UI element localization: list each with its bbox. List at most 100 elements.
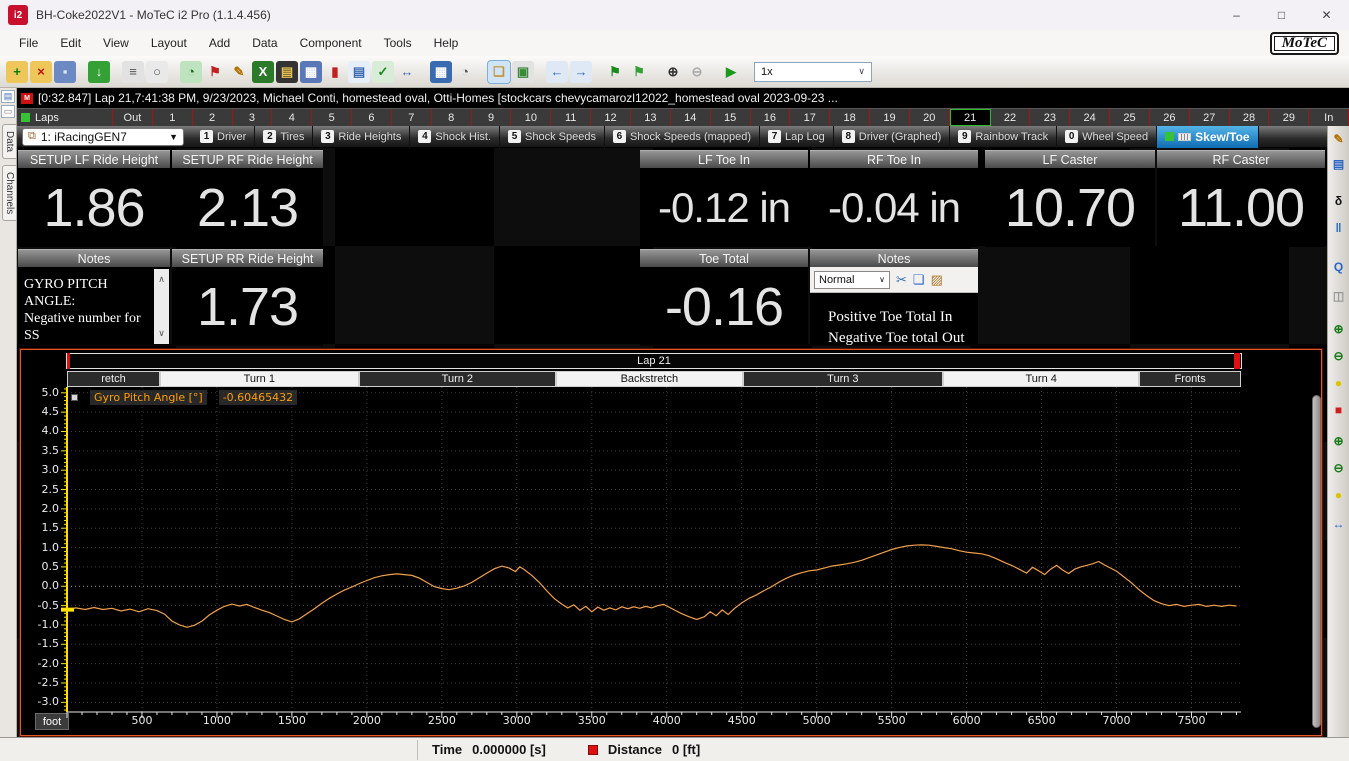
copy-icon[interactable]: ❏: [913, 272, 925, 288]
lap-cell-27[interactable]: 27: [1190, 109, 1230, 126]
lap-cell-6[interactable]: 6: [352, 109, 392, 126]
notes-text-area[interactable]: GYRO PITCH ANGLE: Negative number for SS…: [18, 267, 170, 346]
track-section-turn-4[interactable]: Turn 4: [943, 371, 1139, 387]
zoom-full-vertical-icon[interactable]: ●: [1329, 485, 1348, 504]
track-section-retch[interactable]: retch: [67, 371, 160, 387]
export-icon[interactable]: ↓: [88, 61, 110, 83]
compare-overlay-icon[interactable]: ◫: [1329, 286, 1348, 305]
delta-icon[interactable]: δ: [1329, 191, 1348, 210]
details-icon[interactable]: ▤: [1, 90, 15, 103]
menu-tools[interactable]: Tools: [373, 32, 423, 54]
report-icon[interactable]: ▤: [348, 61, 370, 83]
track-section-turn-3[interactable]: Turn 3: [743, 371, 943, 387]
lap-cell-25[interactable]: 25: [1110, 109, 1150, 126]
scroll-up-icon[interactable]: ∧: [158, 271, 165, 288]
lap-cell-24[interactable]: 24: [1070, 109, 1110, 126]
track-section-backstretch[interactable]: Backstretch: [556, 371, 743, 387]
zoom-in-time-icon[interactable]: ⊕: [1329, 319, 1348, 338]
comment-icon[interactable]: ▭: [1, 105, 15, 118]
tab-skew-toe[interactable]: Skew/Toe: [1157, 126, 1258, 148]
edit-icon[interactable]: ✎: [228, 61, 250, 83]
overlay-icon[interactable]: ❏: [488, 61, 510, 83]
menu-edit[interactable]: Edit: [49, 32, 92, 54]
marker-icon[interactable]: ⚑: [604, 61, 626, 83]
lap-cell-15[interactable]: 15: [711, 109, 751, 126]
zoom-disabled-icon[interactable]: ⊖: [686, 61, 708, 83]
lap-cell-16[interactable]: 16: [751, 109, 791, 126]
menu-component[interactable]: Component: [289, 32, 373, 54]
lap-cell-11[interactable]: 11: [551, 109, 591, 126]
close-file-icon[interactable]: ×: [30, 61, 52, 83]
prev-lap-icon[interactable]: ←: [546, 61, 568, 83]
lap-cell-20[interactable]: 20: [910, 109, 950, 126]
track-section-turn-2[interactable]: Turn 2: [359, 371, 556, 387]
tab-driver-graphed-[interactable]: 8Driver (Graphed): [834, 126, 951, 148]
zoom-cursor-icon[interactable]: Q: [1329, 257, 1348, 276]
track-section-fronts[interactable]: Fronts: [1139, 371, 1241, 387]
play-icon[interactable]: ▶: [720, 61, 742, 83]
notes-text-area[interactable]: Positive Toe Total In Negative Toe total…: [810, 293, 978, 349]
text-style-select[interactable]: Normal ∨: [814, 271, 890, 289]
add-marker-icon[interactable]: ⚑: [628, 61, 650, 83]
lap-cell-in[interactable]: In: [1309, 109, 1349, 126]
tab-wheel-speed[interactable]: 0Wheel Speed: [1057, 126, 1157, 148]
track-section-turn-1[interactable]: Turn 1: [160, 371, 359, 387]
tab-shock-speeds-mapped-[interactable]: 6Shock Speeds (mapped): [605, 126, 760, 148]
temperature-icon[interactable]: ▮: [324, 61, 346, 83]
sidebar-tab-data[interactable]: Data: [2, 124, 16, 159]
notes-scrollbar[interactable]: ∧ ∨: [154, 269, 169, 344]
flag-icon[interactable]: ⚑: [204, 61, 226, 83]
gyro-pitch-plot[interactable]: [61, 387, 1241, 718]
lap-cell-23[interactable]: 23: [1030, 109, 1070, 126]
menu-layout[interactable]: Layout: [140, 32, 198, 54]
lap-cell-5[interactable]: 5: [312, 109, 352, 126]
gyro-pitch-graph[interactable]: Lap 21 Gyro Pitch Angle [°] -0.60465432 …: [20, 349, 1322, 736]
lap-cell-28[interactable]: 28: [1230, 109, 1270, 126]
lap-cell-21[interactable]: 21: [950, 109, 991, 126]
workbook-selector[interactable]: ⧉ 1: iRacingGEN7 ▼: [22, 128, 184, 146]
excel-icon[interactable]: X: [252, 61, 274, 83]
print-preview-icon[interactable]: ○: [146, 61, 168, 83]
lap-cell-1[interactable]: 1: [153, 109, 193, 126]
tab-shock-speeds[interactable]: 5Shock Speeds: [500, 126, 605, 148]
measure-icon[interactable]: ↔: [1329, 514, 1348, 533]
scroll-down-icon[interactable]: ∨: [158, 325, 165, 342]
zoom-selection-icon[interactable]: ■: [1329, 400, 1348, 419]
cut-icon[interactable]: ✂: [896, 272, 907, 288]
lap-cell-10[interactable]: 10: [511, 109, 551, 126]
zoom-out-time-icon[interactable]: ⊖: [1329, 346, 1348, 365]
align-icon[interactable]: ↔: [396, 61, 418, 83]
playback-speed-select[interactable]: 1x ∨: [754, 62, 872, 82]
maths-grid-icon[interactable]: ▦: [430, 61, 452, 83]
overlay-offset-icon[interactable]: ▣: [512, 61, 534, 83]
lap-cell-4[interactable]: 4: [272, 109, 312, 126]
lap-cell-out[interactable]: Out: [113, 109, 153, 126]
zoom-out-vertical-icon[interactable]: ⊖: [1329, 458, 1348, 477]
lap-cell-8[interactable]: 8: [432, 109, 472, 126]
next-lap-icon[interactable]: →: [570, 61, 592, 83]
lap-cell-2[interactable]: 2: [193, 109, 233, 126]
minimize-button[interactable]: –: [1214, 0, 1259, 30]
tab-lap-log[interactable]: 7Lap Log: [760, 126, 834, 148]
lap-cell-14[interactable]: 14: [671, 109, 711, 126]
save-icon[interactable]: ▪: [54, 61, 76, 83]
graph-vertical-scrollbar[interactable]: [1312, 395, 1321, 728]
sidebar-tab-channels[interactable]: Channels: [2, 165, 16, 221]
calculator-icon[interactable]: ▦: [300, 61, 322, 83]
note-edit-icon[interactable]: ✎: [1329, 129, 1348, 148]
close-button[interactable]: ✕: [1304, 0, 1349, 30]
tab-ride-heights[interactable]: 3Ride Heights: [313, 126, 410, 148]
zoom-add-icon[interactable]: ⊕: [662, 61, 684, 83]
zoom-full-time-icon[interactable]: ●: [1329, 373, 1348, 392]
lap-cell-22[interactable]: 22: [991, 109, 1031, 126]
gauge-icon[interactable]: ◔: [180, 61, 202, 83]
lap-cell-29[interactable]: 29: [1269, 109, 1309, 126]
open-file-icon[interactable]: +: [6, 61, 28, 83]
lap-cell-18[interactable]: 18: [830, 109, 870, 126]
lap-cell-17[interactable]: 17: [790, 109, 830, 126]
lap-cell-7[interactable]: 7: [392, 109, 432, 126]
lap-cell-12[interactable]: 12: [591, 109, 631, 126]
lap-cell-9[interactable]: 9: [472, 109, 512, 126]
print-icon[interactable]: ≡: [122, 61, 144, 83]
display-settings-icon[interactable]: ▤: [1329, 154, 1348, 173]
